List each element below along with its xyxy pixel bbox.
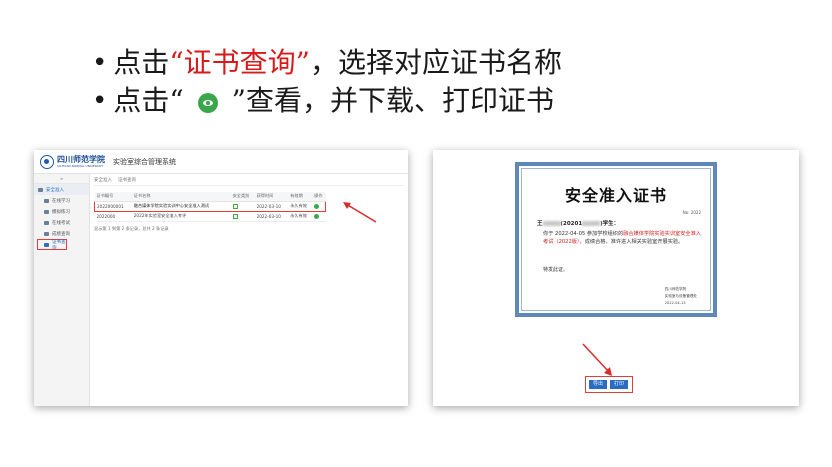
folder-icon — [38, 187, 43, 192]
certificate-number: No: 2022 — [682, 210, 701, 215]
cell-date: 2022-03-10 — [254, 211, 289, 222]
view-eye-icon[interactable] — [314, 203, 320, 209]
bullet1-highlight: “证书查询” — [169, 46, 310, 79]
folder-icon — [44, 242, 49, 247]
breadcrumb-item[interactable]: 证书查询 — [118, 176, 136, 185]
bullet2-prefix: 点击“ — [113, 84, 184, 117]
app-title: 实验室综合管理系统 — [113, 157, 176, 166]
recipient-id: (20201 — [560, 221, 583, 227]
sidebar-item-label: 安全准入 — [46, 187, 64, 193]
screenshot-certificate-view: 安全准入证书 No: 2022 王 (20201)学生： 你于 2022-04-0… — [433, 150, 799, 406]
sidebar-item-label: 成绩查询 — [52, 231, 70, 237]
pointer-arrow-icon — [582, 343, 612, 376]
cell-validity: 永久有效 — [288, 211, 313, 222]
cell-action — [312, 200, 327, 212]
pointer-arrow-icon — [343, 202, 377, 223]
sign-date: 2022-04-13 — [664, 301, 686, 305]
screenshot-certificate-list: 四川师范学院 SICHUAN NORMAL UNIVERSITY 实验室综合管理… — [34, 150, 408, 406]
cell-cert-name: 融合媒体学院实验实训中心安全准入测试 — [131, 200, 231, 212]
safety-badge-icon — [232, 213, 238, 219]
table-header: 操作 — [312, 192, 326, 202]
sidebar-item-certificate-query[interactable]: 证书查询 — [37, 239, 67, 251]
bullet-dot: • — [92, 48, 108, 78]
sidebar-item-online-exam[interactable]: 在线考试 — [34, 217, 89, 228]
slide-bullets: • 点击 “证书查询” ，选择对应证书名称 • 点击“ ”查看，并下载、打印证书 — [92, 44, 562, 120]
table-row[interactable]: 2022000 2022年实验室安全准入考评 2022-03-10 永久有效 — [94, 211, 326, 222]
cell-cert-name: 2022年实验室安全准入考评 — [131, 211, 231, 222]
table-header: 有效期 — [288, 192, 313, 202]
cell-safety-type — [230, 200, 255, 212]
table-header: 证书名称 — [131, 192, 231, 202]
sidebar: ≡ 安全准入 在线学习 模拟练习 在线考试 成绩查询 证书查询 — [34, 174, 90, 406]
cell-validity: 永久有效 — [288, 200, 313, 212]
breadcrumb: 安全准入 证书查询 — [94, 176, 404, 186]
bullet-line-1: • 点击 “证书查询” ，选择对应证书名称 — [92, 44, 562, 82]
folder-icon — [44, 220, 49, 225]
view-eye-icon[interactable] — [314, 213, 320, 219]
table-row[interactable]: 2022000001 融合媒体学院实验实训中心安全准入测试 2022-03-10… — [93, 200, 327, 212]
bullet2-suffix: ”查看，并下载、打印证书 — [231, 84, 554, 117]
bullet1-prefix: 点击 — [113, 46, 170, 79]
folder-icon — [44, 198, 49, 203]
sidebar-item-safety-access[interactable]: 安全准入 — [34, 184, 89, 195]
logo-text: 四川师范学院 — [57, 154, 105, 164]
body-suffix: ，成绩合格，准许进入相关实验室开展实验。 — [579, 239, 684, 245]
eye-view-icon — [197, 93, 218, 113]
app-header: 四川师范学院 SICHUAN NORMAL UNIVERSITY 实验室综合管理… — [34, 150, 408, 174]
print-button[interactable]: 打印 — [610, 380, 629, 389]
logo-subtext: SICHUAN NORMAL UNIVERSITY — [57, 164, 104, 168]
cell-cert-no: 2022000001 — [93, 200, 132, 212]
certificate-signature: 四川师范学院 实验室与设备管理处 2022-04-13 — [665, 286, 697, 307]
menu-toggle[interactable]: ≡ — [34, 174, 89, 184]
sign-org: 四川师范学院 — [664, 287, 687, 291]
certificate-body: 你于 2022-04-05 参加学校组织的融合媒体学院实验实训室安全准入考试（2… — [543, 230, 703, 246]
university-logo-icon — [40, 154, 54, 169]
cell-action — [312, 211, 326, 222]
folder-icon — [44, 231, 49, 236]
cell-date: 2022-03-10 — [254, 200, 289, 212]
bullet-line-2: • 点击“ ”查看，并下载、打印证书 — [92, 82, 562, 120]
sidebar-item-label: 在线学习 — [52, 198, 70, 204]
sidebar-item-label: 模拟练习 — [52, 209, 70, 215]
sign-dept: 实验室与设备管理处 — [664, 294, 697, 298]
sidebar-item-label: 证书查询 — [52, 239, 66, 251]
sidebar-item-score-query[interactable]: 成绩查询 — [34, 228, 89, 239]
certificate-actions: 导出 打印 — [589, 380, 629, 389]
university-logo: 四川师范学院 SICHUAN NORMAL UNIVERSITY — [57, 154, 105, 169]
certificate-card: 安全准入证书 No: 2022 王 (20201)学生： 你于 2022-04-0… — [515, 162, 717, 317]
redacted-mask — [542, 221, 561, 226]
table-header: 安全类别 — [230, 192, 255, 202]
sidebar-item-label: 在线考试 — [52, 220, 70, 226]
certificate-table: 证书编号 证书名称 安全类别 获得时间 有效期 操作 2022000001 融合… — [93, 192, 327, 222]
table-header: 获得时间 — [254, 192, 289, 202]
certificate-title: 安全准入证书 — [564, 186, 667, 205]
redacted-mask — [582, 221, 601, 226]
safety-badge-icon — [232, 203, 238, 209]
folder-icon — [44, 209, 49, 214]
sidebar-item-practice[interactable]: 模拟练习 — [34, 206, 89, 217]
bullet1-suffix: ，选择对应证书名称 — [310, 46, 563, 79]
table-header: 证书编号 — [94, 192, 132, 202]
bullet-dot: • — [92, 86, 108, 116]
export-button[interactable]: 导出 — [589, 380, 608, 389]
sidebar-item-online-study[interactable]: 在线学习 — [34, 195, 89, 206]
cell-safety-type — [230, 211, 255, 222]
certificate-recipient: 王 (20201)学生： — [537, 219, 619, 227]
breadcrumb-item[interactable]: 安全准入 — [94, 176, 112, 185]
pagination-info: 显示第 1 到第 2 条记录，总共 2 条记录 — [94, 225, 169, 231]
certificate-closing: 特发此证。 — [543, 267, 569, 273]
recipient-suffix: )学生： — [600, 221, 620, 227]
body-prefix: 你于 2022-04-05 参加学校组织的 — [543, 231, 624, 237]
cell-cert-no: 2022000 — [94, 211, 132, 222]
